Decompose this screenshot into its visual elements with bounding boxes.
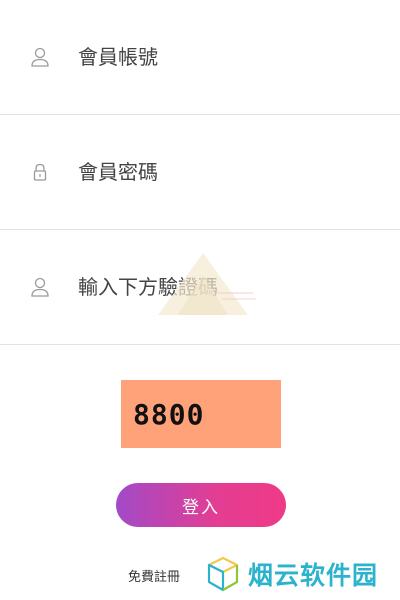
login-button[interactable]: 登入 [116, 483, 286, 527]
account-field[interactable] [0, 0, 400, 115]
captcha-code: 8800 [133, 397, 205, 431]
account-input[interactable] [78, 37, 378, 77]
password-field[interactable] [0, 115, 400, 230]
site-logo-text: 烟云软件园 [248, 561, 379, 590]
site-logo: 烟云软件园 [206, 552, 396, 596]
captcha-input[interactable] [78, 267, 378, 307]
register-link[interactable]: 免費註冊 [128, 566, 180, 585]
lock-icon [30, 161, 50, 183]
user-icon [30, 46, 50, 68]
cube-logo-icon [207, 556, 239, 592]
captcha-image[interactable]: 8800 [121, 380, 281, 448]
password-input[interactable] [78, 152, 378, 192]
captcha-field[interactable] [0, 230, 400, 345]
user-icon [30, 276, 50, 298]
